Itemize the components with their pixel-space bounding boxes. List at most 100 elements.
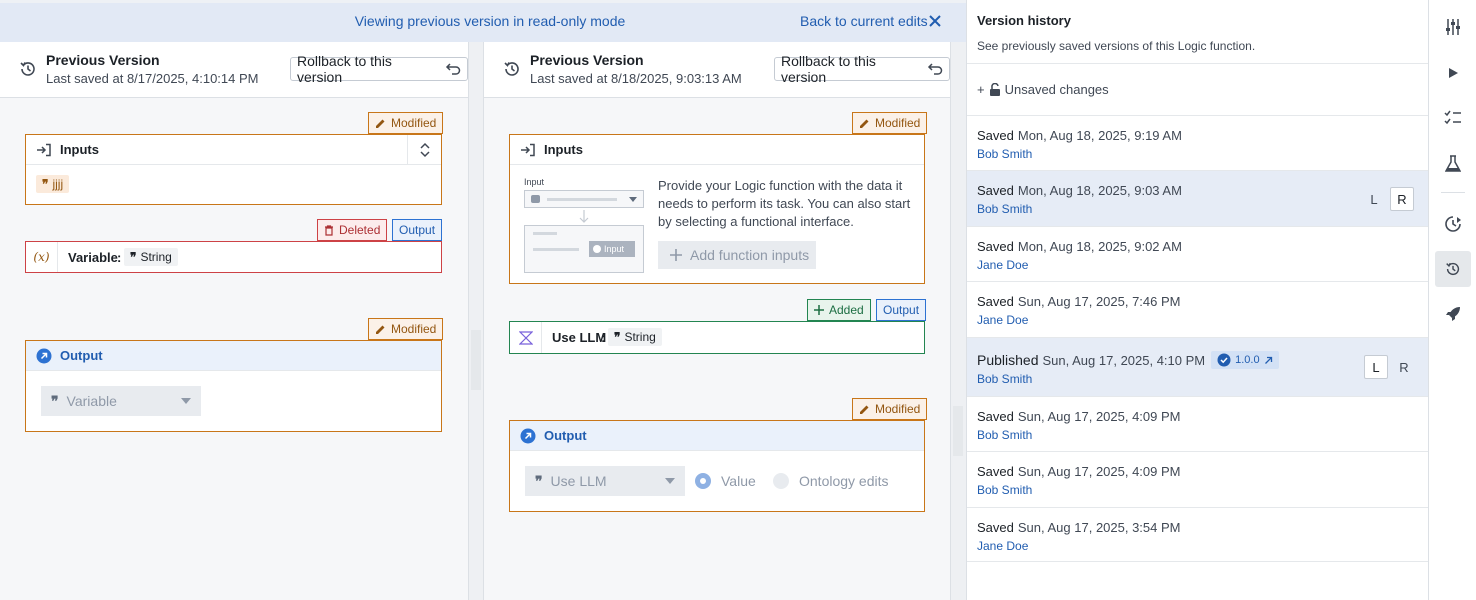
plus-icon: + <box>977 82 985 97</box>
output-select-value: Use LLM <box>550 473 607 489</box>
inputs-title: Inputs <box>60 142 99 157</box>
compare-left-button[interactable]: L <box>1362 187 1386 211</box>
version-author[interactable]: Bob Smith <box>977 483 1032 497</box>
variable-block[interactable]: (x) Variable : ❞ String <box>25 241 442 273</box>
rollback-button[interactable]: Rollback to this version <box>290 53 468 85</box>
add-function-inputs-label: Add function inputs <box>690 247 810 263</box>
pencil-icon <box>859 404 870 415</box>
variable-type: String <box>140 250 172 264</box>
illustration-arrow <box>579 210 589 224</box>
inputs-illustration: Input Input <box>524 177 646 273</box>
rollback-label: Rollback to this version <box>297 53 392 85</box>
right-pane-saved-time: Last saved at 8/18/2025, 9:03:13 AM <box>530 71 742 86</box>
version-author[interactable]: Jane Doe <box>977 539 1028 553</box>
version-author[interactable]: Bob Smith <box>977 372 1032 386</box>
flask-icon[interactable] <box>1435 146 1471 182</box>
rollback-label: Rollback to this version <box>781 53 876 85</box>
external-link-icon <box>1264 356 1273 365</box>
expand-collapse-icon[interactable] <box>407 135 441 165</box>
sliders-icon[interactable] <box>1435 9 1471 45</box>
output-tag-label: Output <box>399 223 436 237</box>
modified-tag: Modified <box>852 398 928 420</box>
version-entry[interactable]: Saved Sun, Aug 17, 2025, 4:09 PM Bob Smit… <box>967 396 1429 451</box>
history-icon[interactable] <box>1435 251 1471 287</box>
output-title: Output <box>60 348 103 363</box>
unsaved-changes-row[interactable]: + Unsaved changes <box>967 63 1429 115</box>
output-select[interactable]: ❞ Use LLM <box>525 466 685 496</box>
pencil-icon <box>375 324 386 335</box>
right-pane-title: Previous Version <box>530 52 644 68</box>
rollback-button[interactable]: Rollback to this version <box>774 53 950 85</box>
variable-colon: : <box>117 250 122 265</box>
input-arrow-icon <box>520 143 536 157</box>
plus-icon <box>670 249 682 261</box>
inputs-card: Inputs Input Input Provide your Logic fu… <box>509 134 925 284</box>
version-author[interactable]: Jane Doe <box>977 258 1028 272</box>
version-status: Published <box>977 352 1039 368</box>
illustration-label: Input <box>524 177 545 187</box>
resize-handle[interactable] <box>471 330 481 390</box>
quote-icon: ❞ <box>42 177 49 191</box>
version-entry[interactable]: Saved Mon, Aug 18, 2025, 9:19 AM Bob Smit… <box>967 115 1429 171</box>
run-history-icon[interactable] <box>1435 206 1471 242</box>
resize-handle[interactable] <box>953 406 963 456</box>
output-title: Output <box>544 428 587 443</box>
version-date: Mon, Aug 18, 2025, 9:19 AM <box>1017 128 1182 143</box>
illustration-select <box>524 190 644 208</box>
play-icon[interactable] <box>1435 55 1471 91</box>
illustration-panel: Input <box>524 225 644 273</box>
compare-right-button[interactable]: R <box>1390 187 1414 211</box>
modified-tag-label: Modified <box>875 116 921 130</box>
pane-gutter[interactable] <box>468 42 484 600</box>
rocket-icon[interactable] <box>1435 296 1471 332</box>
close-icon[interactable] <box>928 14 944 30</box>
output-card: Output ❞ Use LLM Value Ontology edits <box>509 420 925 512</box>
input-arrow-icon <box>36 143 52 157</box>
output-tag: Output <box>392 219 443 241</box>
version-entry[interactable]: Saved Sun, Aug 17, 2025, 4:09 PM Bob Smit… <box>967 451 1429 507</box>
plus-icon <box>814 305 824 315</box>
left-pane-title: Previous Version <box>46 52 160 68</box>
add-function-inputs-button[interactable]: Add function inputs <box>658 241 816 269</box>
radio-value[interactable]: Value <box>695 473 756 489</box>
version-history-description: See previously saved versions of this Lo… <box>977 39 1256 53</box>
version-entry[interactable]: Saved Mon, Aug 18, 2025, 9:03 AM Bob Smit… <box>967 170 1429 226</box>
compare-toggle: L R <box>1362 187 1414 211</box>
version-entry[interactable]: Published Sun, Aug 17, 2025, 4:10 PM 1.0… <box>967 337 1429 396</box>
version-author[interactable]: Jane Doe <box>977 313 1028 327</box>
modified-tag: Modified <box>368 112 444 134</box>
unlock-icon <box>989 83 1001 96</box>
version-entry[interactable]: Saved Mon, Aug 18, 2025, 9:02 AM Jane Doe <box>967 226 1429 281</box>
version-author[interactable]: Bob Smith <box>977 202 1032 216</box>
modified-tag: Modified <box>852 112 928 134</box>
checklist-icon[interactable] <box>1435 100 1471 136</box>
back-to-current-edits-link[interactable]: Back to current edits <box>800 13 928 29</box>
llm-type-chip: ❞ String <box>608 328 662 346</box>
version-author[interactable]: Bob Smith <box>977 147 1032 161</box>
version-date: Mon, Aug 18, 2025, 9:03 AM <box>1017 183 1182 198</box>
version-date: Sun, Aug 17, 2025, 4:09 PM <box>1017 464 1181 479</box>
undo-icon <box>445 62 461 76</box>
compare-right-button[interactable]: R <box>1392 355 1416 379</box>
version-entry[interactable]: Saved Sun, Aug 17, 2025, 3:54 PM Jane Doe <box>967 507 1429 562</box>
pencil-icon <box>859 118 870 129</box>
published-version-badge[interactable]: 1.0.0 <box>1211 351 1279 369</box>
version-entry[interactable]: Saved Sun, Aug 17, 2025, 7:46 PM Jane Doe <box>967 281 1429 337</box>
use-llm-block[interactable]: Use LLM : ❞ String <box>509 321 925 354</box>
compare-left-button[interactable]: L <box>1364 355 1388 379</box>
trash-icon <box>324 224 334 236</box>
version-author[interactable]: Bob Smith <box>977 428 1032 442</box>
radio-ontology-edits[interactable]: Ontology edits <box>773 473 889 489</box>
inputs-description: Provide your Logic function with the dat… <box>658 178 911 229</box>
version-date: Sun, Aug 17, 2025, 4:09 PM <box>1017 409 1181 424</box>
input-chip[interactable]: ❞ jjjj <box>36 175 70 193</box>
quote-icon: ❞ <box>130 250 137 264</box>
version-status: Saved <box>977 409 1014 424</box>
output-select[interactable]: ❞ Variable <box>41 386 201 416</box>
version-date: Sun, Aug 17, 2025, 3:54 PM <box>1017 520 1181 535</box>
pane-gutter[interactable] <box>950 42 966 600</box>
undo-icon <box>927 62 943 76</box>
quote-icon: ❞ <box>51 392 59 409</box>
version-status: Saved <box>977 183 1014 198</box>
right-toolbar <box>1428 0 1476 600</box>
